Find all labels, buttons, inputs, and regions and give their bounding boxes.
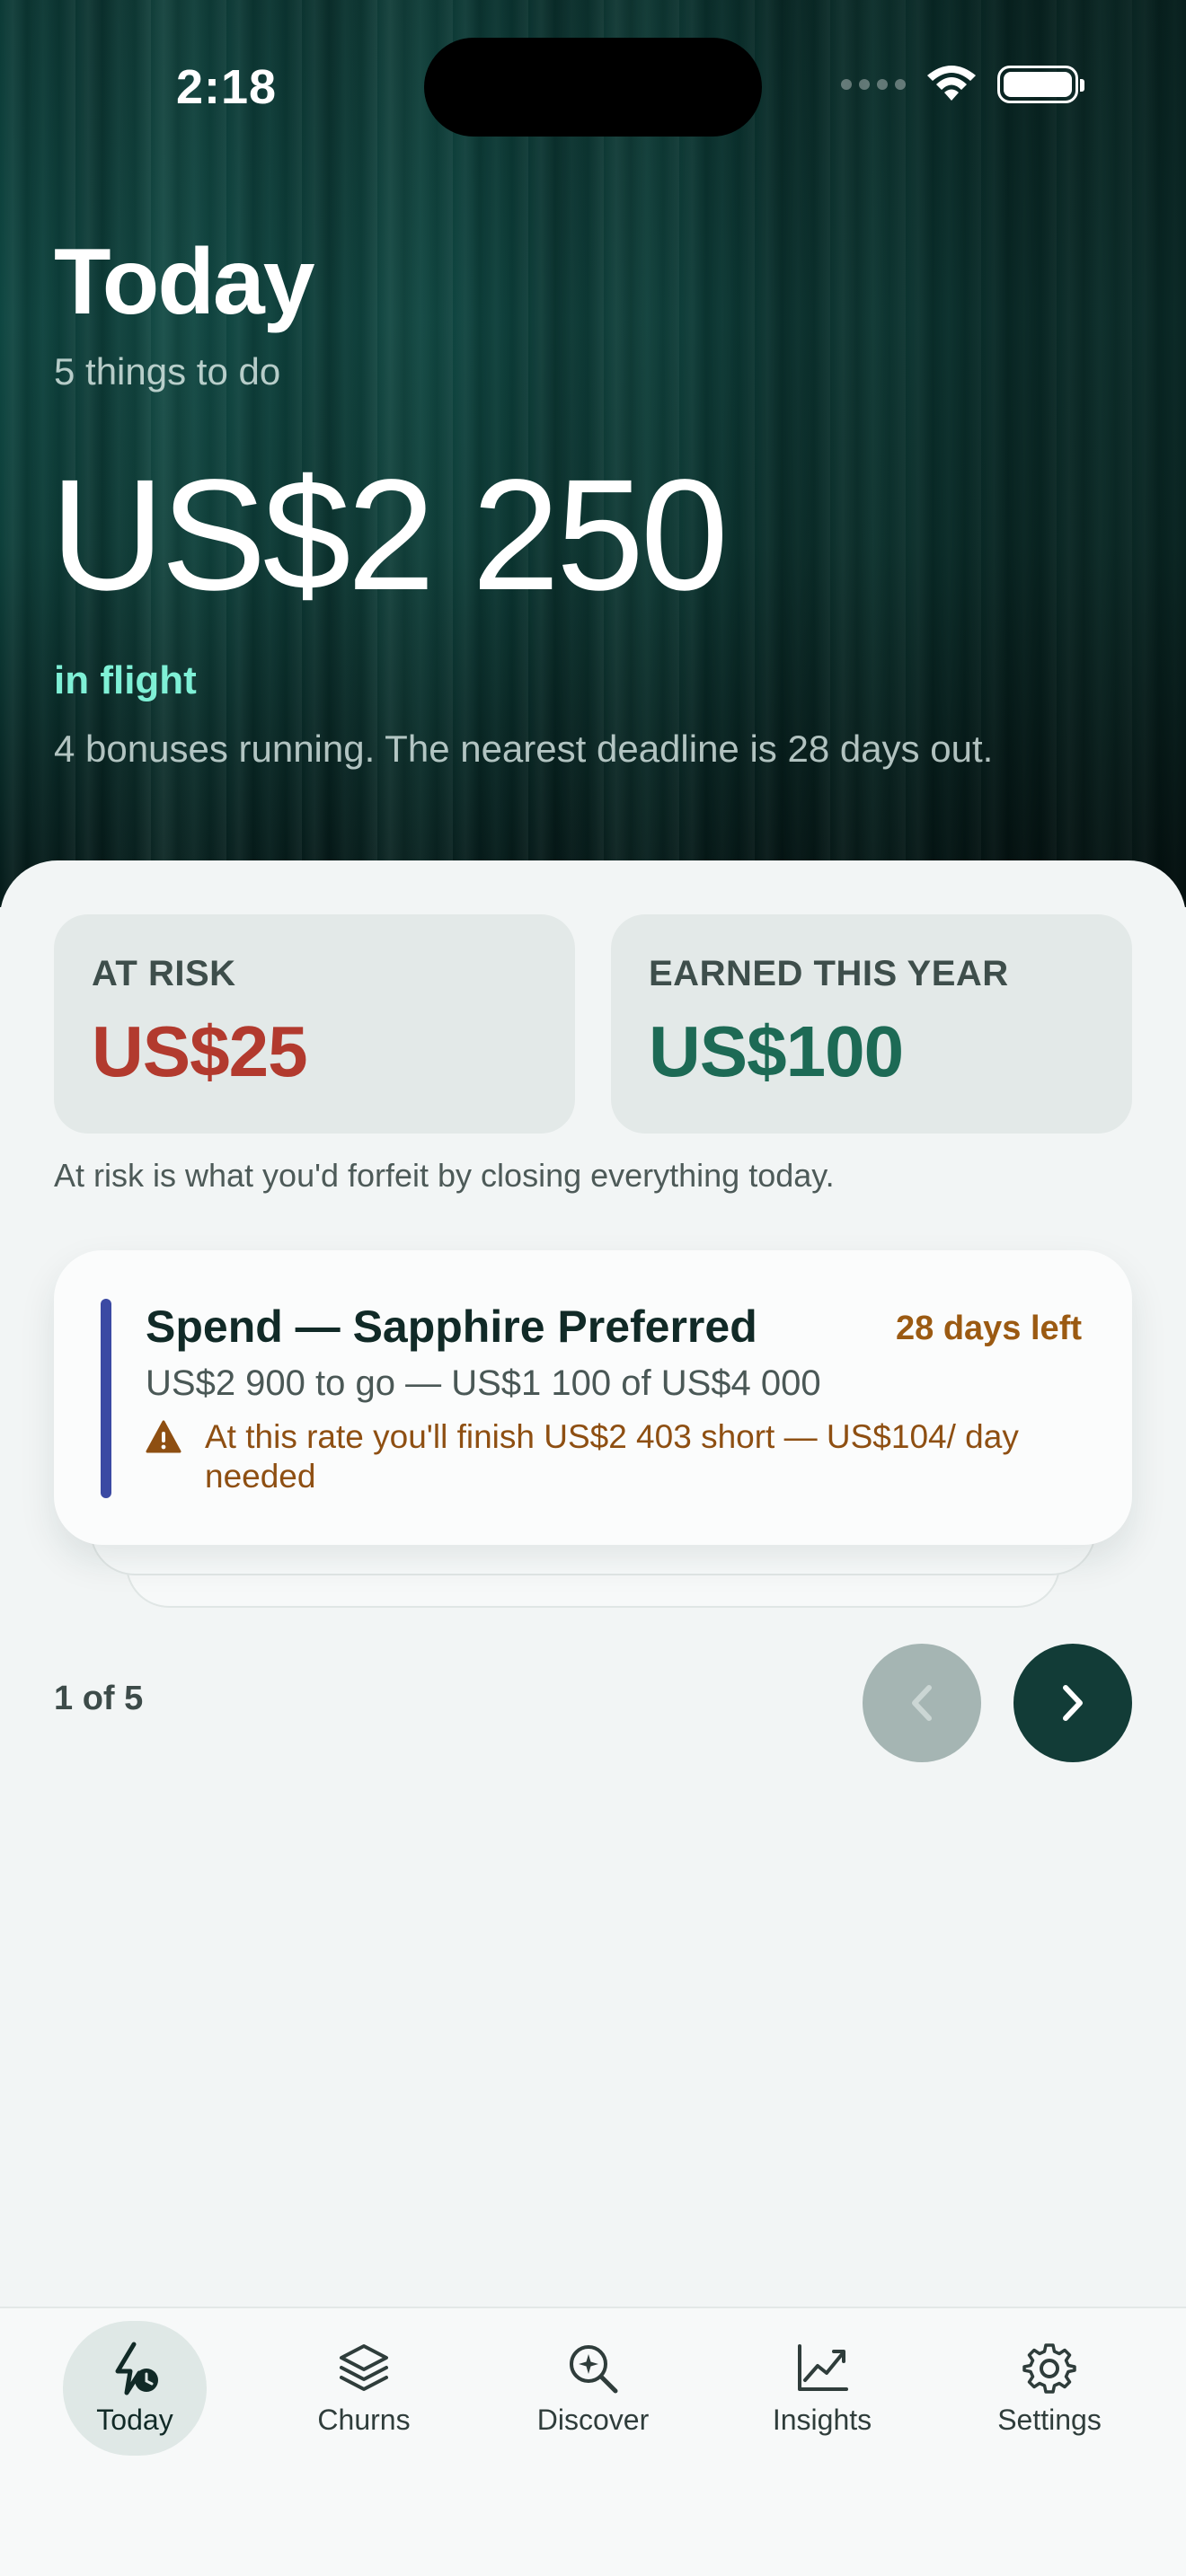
earned-value: US$100 — [649, 1011, 904, 1091]
at-risk-card[interactable]: AT RISK US$25 — [54, 914, 575, 1134]
tab-settings[interactable]: Settings — [960, 2321, 1139, 2456]
earned-label: EARNED THIS YEAR — [649, 954, 1009, 993]
battery-icon — [997, 66, 1084, 103]
task-progress: US$2 900 to go — US$1 100 of US$4 000 — [146, 1363, 821, 1403]
in-flight-caption: in flight — [54, 658, 197, 702]
gear-icon — [1022, 2342, 1076, 2394]
tab-label: Settings — [997, 2403, 1102, 2436]
dynamic-island — [424, 38, 762, 137]
task-card[interactable]: Spend — Sapphire Preferred 28 days left … — [54, 1250, 1132, 1545]
tab-bar: Today Churns Discover Insights Settings — [0, 2307, 1186, 2576]
tab-churns[interactable]: Churns — [274, 2321, 454, 2456]
bolt-clock-icon — [115, 2342, 158, 2395]
tab-today[interactable]: Today — [63, 2321, 207, 2456]
status-time: 2:18 — [176, 60, 278, 114]
earned-card[interactable]: EARNED THIS YEAR US$100 — [611, 914, 1132, 1134]
page-title: Today — [54, 230, 315, 334]
chart-line-icon — [798, 2343, 848, 2391]
at-risk-value: US$25 — [92, 1011, 308, 1091]
task-title: Spend — Sapphire Preferred — [146, 1301, 757, 1352]
tab-label: Insights — [772, 2403, 872, 2436]
tab-insights[interactable]: Insights — [732, 2321, 912, 2456]
layers-icon — [340, 2343, 388, 2391]
pager-label: 1 of 5 — [54, 1680, 144, 1717]
next-button[interactable] — [1013, 1644, 1132, 1762]
wifi-icon — [927, 66, 976, 101]
at-risk-explanation: At risk is what you'd forfeit by closing… — [54, 1157, 835, 1194]
tab-label: Today — [96, 2403, 173, 2436]
status-icons — [841, 65, 1084, 104]
at-risk-label: AT RISK — [92, 954, 236, 993]
chevron-left-icon — [912, 1685, 932, 1721]
tab-label: Discover — [536, 2403, 650, 2436]
warning-icon — [146, 1420, 181, 1453]
cellular-signal-icon — [841, 79, 906, 90]
days-left-badge: 28 days left — [896, 1310, 1082, 1347]
page-subtitle: 5 things to do — [54, 350, 281, 393]
task-warning: At this rate you'll finish US$2 403 shor… — [146, 1417, 1044, 1496]
search-sparkle-icon — [570, 2344, 618, 2393]
hero-banner: 2:18 Today 5 things to do US$2 250 in fl… — [0, 0, 1186, 907]
in-flight-amount: US$2 250 — [50, 447, 729, 623]
previous-button[interactable] — [863, 1644, 981, 1762]
bonuses-summary: 4 bonuses running. The nearest deadline … — [54, 728, 994, 770]
tab-label: Churns — [317, 2403, 411, 2436]
chevron-right-icon — [1063, 1685, 1083, 1721]
warning-text: At this rate you'll finish US$2 403 shor… — [205, 1418, 1019, 1495]
tab-discover[interactable]: Discover — [503, 2321, 683, 2456]
task-accent-bar — [101, 1299, 111, 1498]
content-sheet: AT RISK US$25 EARNED THIS YEAR US$100 At… — [0, 860, 1186, 2307]
